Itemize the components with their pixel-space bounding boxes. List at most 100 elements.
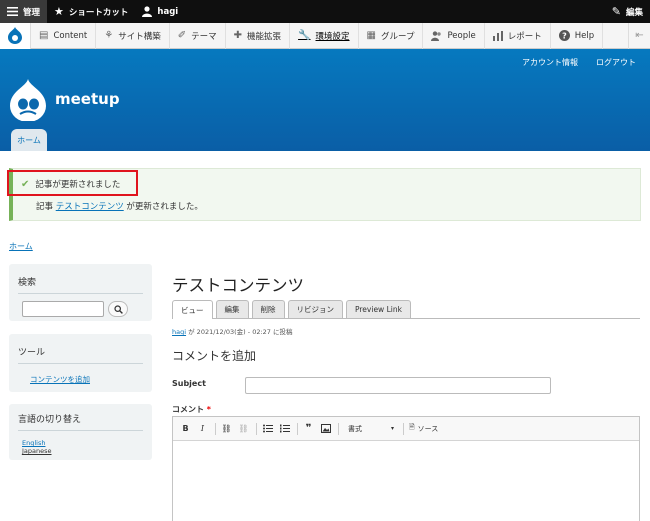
toolbar-separator: [256, 422, 257, 435]
tab-delete[interactable]: 削除: [251, 300, 285, 318]
local-tasks-tabs: ビュー 編集 削除 リビジョン Preview Link: [172, 300, 640, 319]
menu-item-appearance[interactable]: ✐ テーマ: [170, 22, 226, 49]
image-icon: [320, 424, 331, 433]
unlink-button[interactable]: ⛓: [236, 421, 251, 436]
format-select-label: 書式: [348, 424, 362, 433]
comment-editor: B I ⛓ ⛓ ❞ 書式 ▾ 🗎 ソース: [172, 416, 640, 521]
image-button[interactable]: [318, 421, 333, 436]
menu-item-reports-label: レポート: [507, 31, 542, 42]
menu-item-config[interactable]: 🔧 環境設定: [290, 22, 359, 49]
people-icon: [431, 30, 442, 41]
menu-item-group-label: グループ: [380, 31, 415, 42]
submitted-info: hagi が 2021/12/03(金) - 02:27 に投稿: [172, 326, 293, 336]
bulleted-list-icon: [262, 424, 273, 433]
edit-button[interactable]: ✎ 編集: [605, 0, 650, 23]
editor-toolbar: B I ⛓ ⛓ ❞ 書式 ▾ 🗎 ソース: [173, 417, 639, 441]
toolbar-separator: [297, 422, 298, 435]
status-message-prefix: 記事: [36, 202, 56, 212]
subject-input[interactable]: [245, 377, 551, 394]
user-icon: [142, 6, 153, 17]
bold-icon: B: [182, 424, 189, 433]
manage-button[interactable]: 管理: [0, 0, 48, 23]
blockquote-button[interactable]: ❞: [301, 421, 316, 436]
tab-edit[interactable]: 編集: [215, 300, 249, 318]
menu-item-help[interactable]: ? Help: [551, 22, 604, 49]
menu-item-structure[interactable]: ⚘ サイト構築: [96, 22, 170, 49]
toolbar-separator: [338, 422, 339, 435]
tab-view[interactable]: ビュー: [172, 300, 213, 319]
quote-icon: ❞: [305, 423, 312, 434]
toolbar-separator: [215, 422, 216, 435]
shortcuts-button[interactable]: ★ ショートカット: [47, 0, 135, 23]
breadcrumb[interactable]: ホーム: [9, 241, 33, 252]
user-button[interactable]: hagi: [135, 0, 185, 23]
home-tab[interactable]: ホーム: [11, 129, 47, 151]
link-button[interactable]: ⛓: [219, 421, 234, 436]
menu-item-content[interactable]: ▤ Content: [31, 22, 97, 49]
menu-item-extend[interactable]: ✚ 機能拡張: [226, 22, 291, 49]
menu-item-people-label: People: [447, 30, 476, 41]
status-message-suffix: が更新されました。: [123, 202, 203, 212]
star-icon: ★: [54, 5, 64, 18]
numbered-list-button[interactable]: [277, 421, 292, 436]
logout-link[interactable]: ログアウト: [596, 57, 636, 68]
search-block: 検索: [9, 264, 152, 321]
unlink-icon: ⛓: [238, 424, 249, 433]
menu-item-content-label: Content: [53, 30, 88, 41]
chevron-down-icon: ▾: [390, 425, 394, 432]
search-button[interactable]: [108, 301, 128, 317]
group-icon: ▦: [366, 30, 376, 41]
status-message-body: 記事 テストコンテンツ が更新されました。: [36, 200, 203, 212]
link-icon: ⛓: [221, 424, 232, 433]
comment-label: コメント *: [172, 404, 211, 415]
reports-icon: [492, 30, 503, 41]
menu-item-structure-label: サイト構築: [118, 31, 161, 42]
search-form: [22, 301, 152, 317]
toolbar-separator: [403, 422, 404, 435]
appearance-icon: ✐: [177, 30, 187, 41]
site-name[interactable]: meetup: [55, 90, 120, 108]
menu-item-extend-label: 機能拡張: [247, 31, 282, 42]
source-button[interactable]: 🗎 ソース: [409, 423, 438, 434]
add-content-link[interactable]: コンテンツを追加: [30, 374, 152, 385]
italic-button[interactable]: I: [195, 421, 210, 436]
bold-button[interactable]: B: [178, 421, 193, 436]
structure-icon: ⚘: [104, 30, 114, 41]
account-link[interactable]: アカウント情報: [522, 57, 578, 68]
highlight-annotation-box: [7, 170, 138, 196]
tray-orientation-toggle-icon[interactable]: ⇤: [628, 22, 650, 49]
admin-menu-tray: ▤ Content ⚘ サイト構築 ✐ テーマ ✚ 機能拡張 🔧 環境設定 ▦ …: [0, 22, 650, 49]
config-icon: 🔧: [298, 30, 311, 41]
menu-item-group[interactable]: ▦ グループ: [359, 22, 424, 49]
help-icon: ?: [558, 30, 570, 41]
search-input[interactable]: [22, 301, 104, 317]
search-icon: [113, 304, 123, 314]
language-link-english[interactable]: English: [22, 439, 152, 447]
drupal-logo-icon[interactable]: [0, 22, 31, 49]
author-link[interactable]: hagi: [172, 328, 186, 336]
tools-block-title: ツール: [18, 345, 143, 364]
menu-item-reports[interactable]: レポート: [485, 22, 551, 49]
edit-label: 編集: [625, 7, 643, 18]
numbered-list-icon: [279, 424, 290, 433]
menu-item-people[interactable]: People: [423, 22, 485, 49]
site-logo-icon[interactable]: [10, 79, 46, 124]
submitted-text: が 2021/12/03(金) - 02:27 に投稿: [186, 328, 293, 336]
menu-item-config-label: 環境設定: [315, 31, 350, 42]
hamburger-icon: [7, 7, 18, 16]
page-title: テストコンテンツ: [172, 276, 304, 295]
language-link-japanese[interactable]: Japanese: [22, 447, 152, 455]
bulleted-list-button[interactable]: [260, 421, 275, 436]
required-marker: *: [206, 405, 211, 414]
tab-revisions[interactable]: リビジョン: [287, 300, 343, 318]
tab-preview-link[interactable]: Preview Link: [346, 300, 411, 318]
status-message-node-link[interactable]: テストコンテンツ: [56, 202, 124, 212]
subject-label: Subject: [172, 379, 206, 388]
pencil-icon: ✎: [611, 5, 621, 18]
shortcuts-label: ショートカット: [68, 7, 129, 18]
manage-label: 管理: [23, 7, 41, 18]
extend-icon: ✚: [233, 30, 243, 41]
menu-item-appearance-label: テーマ: [191, 31, 217, 42]
format-select[interactable]: 書式 ▾: [345, 421, 397, 436]
editor-content-area[interactable]: [173, 441, 639, 521]
